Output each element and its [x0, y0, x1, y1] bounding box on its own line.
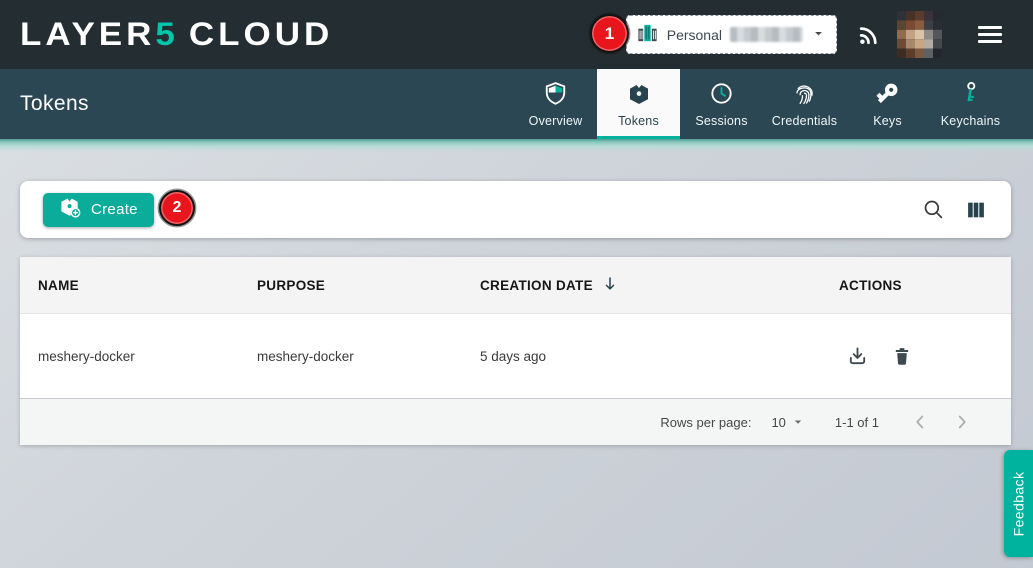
org-switcher-label: Personal: [667, 27, 722, 43]
delete-token-icon[interactable]: [889, 343, 915, 369]
token-table-row[interactable]: meshery-docker meshery-docker 5 days ago: [20, 314, 1011, 399]
previous-page-icon[interactable]: [905, 407, 935, 437]
tab-keys[interactable]: Keys: [846, 69, 929, 139]
search-icon[interactable]: [922, 198, 945, 221]
tab-label: Sessions: [695, 114, 747, 128]
top-header: LAYER5CLOUD Perso: [0, 0, 1033, 69]
hamburger-menu-icon[interactable]: [978, 26, 1002, 43]
tab-label: Credentials: [772, 114, 837, 128]
rows-per-page-value: 10: [771, 415, 785, 430]
user-avatar[interactable]: [897, 11, 942, 58]
chevron-down-icon: [791, 415, 805, 429]
logo-layer-text: LAYER: [20, 18, 155, 50]
next-page-icon[interactable]: [947, 407, 977, 437]
tab-overview[interactable]: Overview: [514, 69, 597, 139]
token-purpose-cell: meshery-docker: [257, 349, 480, 364]
create-button-label: Create: [91, 201, 138, 218]
download-token-icon[interactable]: [844, 343, 871, 370]
header-label: NAME: [38, 278, 79, 293]
create-cube-plus-icon: [59, 196, 82, 223]
layer5-cloud-tokens-page: LAYER5CLOUD Perso: [0, 0, 1033, 568]
feedback-button[interactable]: Feedback: [1004, 450, 1033, 557]
column-header-name[interactable]: NAME: [38, 278, 257, 293]
tab-label: Keychains: [941, 114, 1000, 128]
column-header-creation-date[interactable]: CREATION DATE: [480, 275, 819, 296]
tab-credentials[interactable]: Credentials: [763, 69, 846, 139]
subnav-tabs: Overview Tokens: [514, 69, 1033, 139]
keychain-icon: [958, 81, 983, 107]
organization-icon: [636, 22, 659, 48]
header-label: CREATION DATE: [480, 278, 593, 293]
view-columns-icon[interactable]: [965, 199, 987, 221]
feedback-label: Feedback: [1011, 471, 1027, 536]
rows-per-page-label: Rows per page:: [660, 415, 751, 430]
token-name-cell: meshery-docker: [38, 349, 257, 364]
layer5-cloud-logo[interactable]: LAYER5 CLOUD: [20, 17, 333, 52]
cube-icon: [627, 81, 651, 107]
page-title: Tokens: [20, 92, 89, 116]
notifications-rss-icon[interactable]: [855, 21, 882, 48]
annotation-badge-1: 1: [590, 14, 629, 53]
subnav-accent-divider: [0, 139, 1033, 152]
shield-icon: [543, 81, 568, 107]
tab-keychains[interactable]: Keychains: [929, 69, 1012, 139]
token-creation-date-cell: 5 days ago: [480, 349, 819, 364]
logo-cloud-text: CLOUD: [189, 18, 333, 50]
pagination-range-label: 1-1 of 1: [835, 415, 879, 430]
sort-desc-arrow-icon[interactable]: [601, 275, 619, 296]
header-label: PURPOSE: [257, 278, 325, 293]
tokens-table: NAME PURPOSE CREATION DATE ACTIONS meshe…: [20, 257, 1011, 445]
topbar-actions: Personal: [626, 11, 1002, 58]
tab-label: Tokens: [618, 114, 659, 128]
chevron-down-icon: [811, 26, 826, 44]
fingerprint-icon: [792, 81, 817, 107]
token-actions-cell: [819, 343, 1011, 370]
create-token-button[interactable]: Create: [43, 193, 154, 227]
tab-label: Keys: [873, 114, 902, 128]
header-label: ACTIONS: [839, 278, 902, 293]
org-name-redacted: [730, 27, 803, 42]
tokens-subnav: Tokens Overview: [0, 69, 1033, 139]
tab-label: Overview: [529, 114, 583, 128]
tab-sessions[interactable]: Sessions: [680, 69, 763, 139]
logo-five-text: 5: [155, 18, 178, 50]
clock-icon: [709, 81, 734, 107]
rows-per-page-select[interactable]: 10: [771, 415, 804, 430]
key-icon: [875, 81, 900, 107]
table-header-row: NAME PURPOSE CREATION DATE ACTIONS: [20, 257, 1011, 314]
table-pagination: Rows per page: 10 1-1 of 1: [20, 399, 1011, 445]
annotation-badge-2: 2: [159, 190, 195, 226]
toolbar-icons: [922, 198, 987, 221]
org-switcher-dropdown[interactable]: Personal: [626, 15, 837, 54]
column-header-purpose[interactable]: PURPOSE: [257, 278, 480, 293]
tab-tokens[interactable]: Tokens: [597, 69, 680, 139]
column-header-actions: ACTIONS: [819, 278, 1011, 293]
